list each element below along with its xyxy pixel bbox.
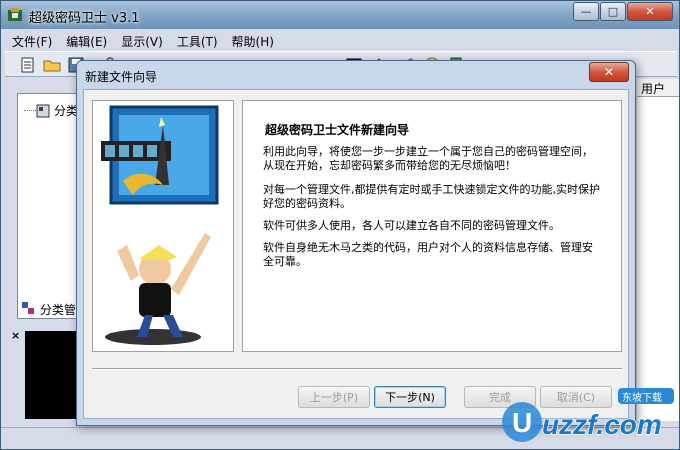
- new-file-wizard-dialog: 新建文件向导 ✕ 超级密码卫士文件新建向导 利用此向导，将使您一步一步建立一个属…: [76, 60, 636, 426]
- dialog-body: 超级密码卫士文件新建向导 利用此向导，将使您一步一步建立一个属于您自己的密码管理…: [83, 89, 629, 419]
- menu-help[interactable]: 帮助(H): [225, 31, 281, 49]
- tab-label: 分类管: [40, 302, 77, 317]
- wizard-heading: 超级密码卫士文件新建向导: [265, 123, 410, 137]
- prev-button[interactable]: 上一步(P): [298, 386, 370, 408]
- site-watermark: U uzzf.com 东坡下载: [498, 382, 678, 448]
- title-bar: 超级密码卫士 v3.1 — □ ✕: [1, 1, 679, 29]
- maximize-button[interactable]: □: [600, 2, 626, 21]
- svg-text:uzzf.com: uzzf.com: [542, 409, 662, 440]
- tree-connector: [24, 110, 36, 111]
- button-separator: [92, 368, 622, 370]
- record-list[interactable]: [637, 97, 679, 421]
- tree-item-root[interactable]: 分类: [36, 102, 78, 119]
- wizard-paragraph-4: 软件自身绝无木马之类的代码，用户对个人的资料信息存储、管理安全可靠。: [263, 241, 593, 268]
- wizard-illustration: [92, 100, 234, 352]
- wizard-paragraph-2: 对每一个管理文件,都提供有定时或手工快速锁定文件的功能,实时保护好您的密码资料。: [263, 183, 600, 210]
- wizard-paragraph-1: 利用此向导，将使您一步一步建立一个属于您自己的密码管理空间，从现在开始，忘却密码…: [263, 145, 593, 172]
- dialog-title: 新建文件向导: [85, 70, 158, 84]
- menu-edit[interactable]: 编辑(E): [59, 31, 114, 49]
- new-file-icon[interactable]: [19, 56, 37, 74]
- app-icon: [8, 8, 22, 21]
- menu-view[interactable]: 显示(V): [114, 31, 170, 49]
- menu-bar: 文件(F) 编辑(E) 显示(V) 工具(T) 帮助(H): [5, 31, 677, 49]
- category-icon: [36, 104, 50, 117]
- watermark-badge: 东坡下载: [622, 393, 662, 404]
- wizard-paragraph-3: 软件可供多人使用，各人可以建立各自不同的密码管理文件。: [263, 219, 560, 232]
- menu-tools[interactable]: 工具(T): [170, 31, 225, 49]
- dialog-close-button[interactable]: ✕: [589, 62, 629, 82]
- wizard-image: [101, 105, 219, 345]
- svg-text:U: U: [512, 407, 532, 438]
- menu-file[interactable]: 文件(F): [5, 31, 59, 49]
- close-icon[interactable]: ×: [11, 329, 20, 342]
- tree-root-label: 分类: [54, 104, 79, 118]
- open-folder-icon[interactable]: [43, 56, 61, 74]
- minimize-button[interactable]: —: [573, 2, 599, 21]
- wizard-text-panel: 超级密码卫士文件新建向导 利用此向导，将使您一步一步建立一个属于您自己的密码管理…: [242, 100, 622, 352]
- close-button[interactable]: ✕: [627, 2, 673, 21]
- next-button[interactable]: 下一步(N): [374, 386, 446, 408]
- category-tab-icon: [22, 302, 34, 314]
- tab-category-management[interactable]: 分类管: [17, 297, 84, 319]
- column-header-user[interactable]: 用户: [637, 79, 679, 97]
- window-title: 超级密码卫士 v3.1: [29, 11, 140, 26]
